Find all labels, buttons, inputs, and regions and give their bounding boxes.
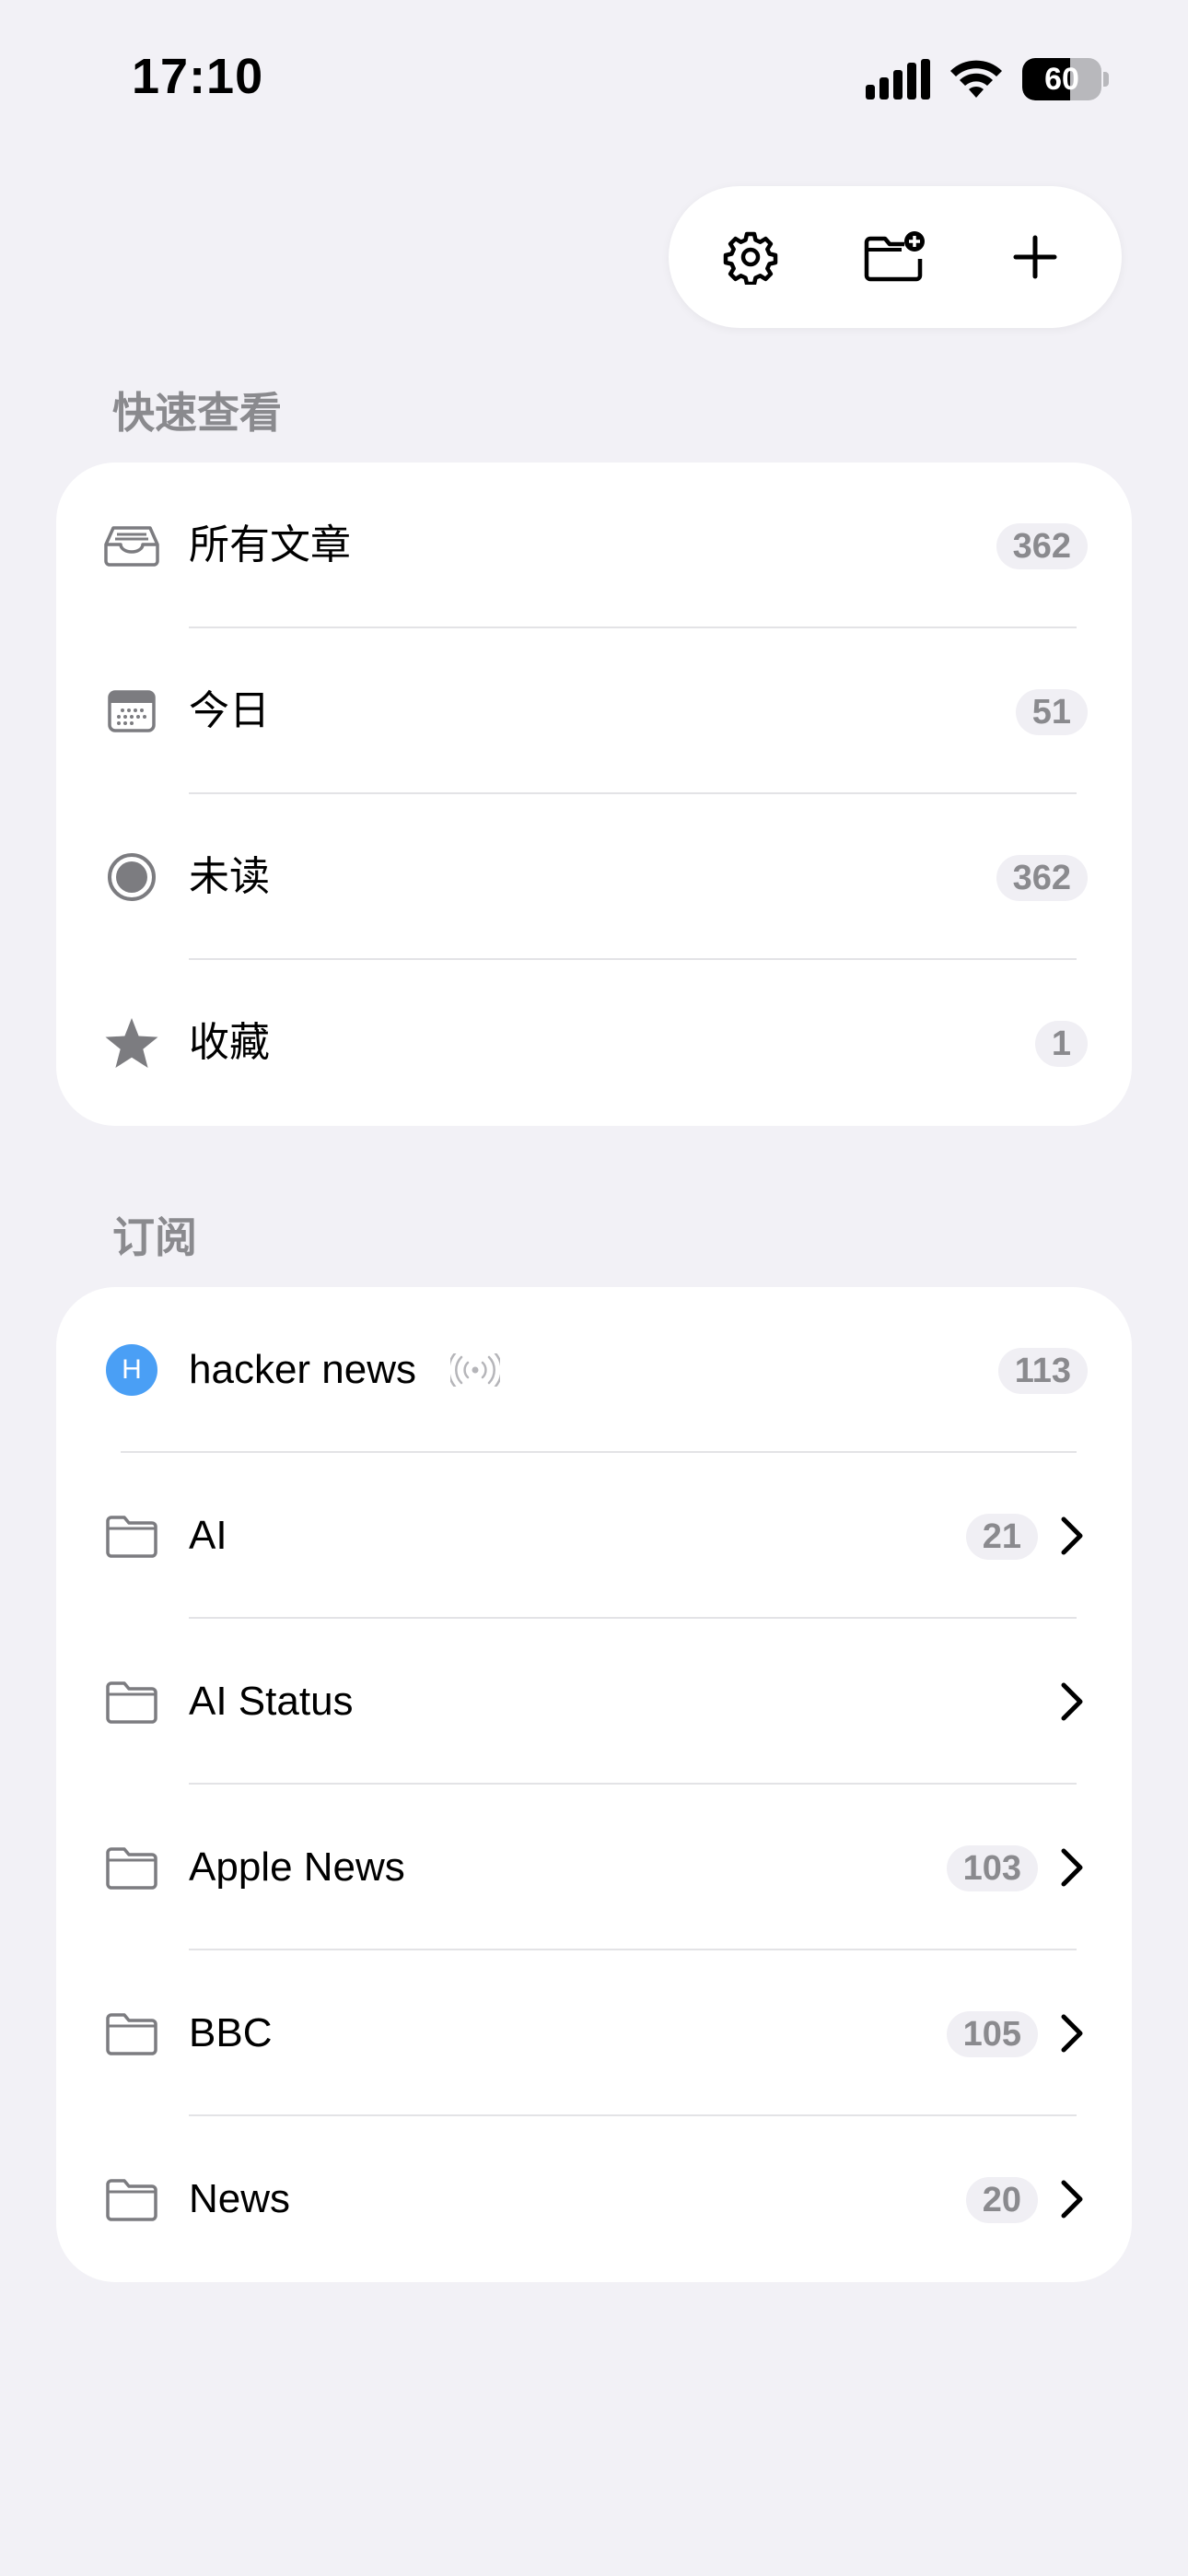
folder-item-bbc[interactable]: BBC 105 [56,1950,1132,2116]
quick-view-label: 所有文章 [189,522,351,568]
quick-view-header: 快速查看 [112,389,282,437]
feed-item-hacker-news[interactable]: H hacker news 113 [56,1287,1132,1453]
unread-count-badge: 362 [996,523,1088,569]
folder-icon [102,1672,161,1731]
subscriptions-card: H hacker news 113 AI 21 AI Status Apple … [56,1287,1132,2282]
folder-label: AI Status [189,1679,354,1724]
unread-count-badge: 51 [1015,689,1088,735]
chevron-right-icon[interactable] [1051,1681,1091,1722]
star-icon [102,1013,161,1072]
folder-label: BBC [189,2010,273,2055]
unread-count-badge: 1 [1034,1021,1088,1067]
quick-view-item-all-articles[interactable]: 所有文章 362 [56,463,1132,628]
cellular-signal-icon [866,59,930,100]
quick-view-item-unread[interactable]: 未读 362 [56,794,1132,960]
quick-view-item-today[interactable]: 今日 51 [56,628,1132,794]
unread-count-badge: 20 [965,2177,1038,2223]
settings-button[interactable] [712,218,789,296]
battery-indicator: 60 [1022,58,1109,100]
folder-icon [102,1838,161,1897]
unread-count-badge: 362 [996,855,1088,901]
quick-view-label: 收藏 [189,1020,270,1065]
unread-count-badge: 113 [997,1348,1088,1394]
quick-view-label: 今日 [189,688,270,733]
folder-label: News [189,2176,291,2221]
folder-item-news[interactable]: News 20 [56,2116,1132,2282]
chevron-right-icon[interactable] [1051,2013,1091,2054]
feed-avatar: H [102,1341,161,1399]
avatar: H [106,1344,157,1396]
broadcast-icon [450,1353,500,1387]
folder-label: Apple News [189,1844,405,1890]
add-feed-button[interactable] [996,218,1074,296]
folder-label: AI [189,1513,227,1558]
tray-icon [102,516,161,575]
top-toolbar [669,186,1122,328]
new-folder-button[interactable] [856,218,934,296]
chevron-right-icon[interactable] [1051,2179,1091,2219]
folder-icon [102,2170,161,2229]
plus-icon [1013,235,1057,279]
status-time: 17:10 [132,49,264,104]
folder-item-ai-status[interactable]: AI Status [56,1619,1132,1785]
wifi-icon [950,60,1002,98]
quick-view-card: 所有文章 362 今日 51 未读 362 收藏 1 [56,463,1132,1126]
folder-item-apple-news[interactable]: Apple News 103 [56,1785,1132,1950]
unread-count-badge: 103 [946,1845,1038,1891]
status-bar: 17:10 60 [0,0,1188,157]
quick-view-label: 未读 [189,854,270,899]
folder-badge-plus-icon [864,231,925,282]
folder-icon [102,1506,161,1565]
unread-circle-icon [102,848,161,907]
feed-label: hacker news [189,1347,417,1392]
gear-icon [723,231,778,285]
folder-item-ai[interactable]: AI 21 [56,1453,1132,1619]
chevron-right-icon[interactable] [1051,1847,1091,1888]
subscriptions-header: 订阅 [112,1213,197,1261]
chevron-right-icon[interactable] [1051,1516,1091,1556]
folder-icon [102,2004,161,2063]
unread-count-badge: 21 [965,1514,1038,1560]
battery-percentage: 60 [1044,62,1079,97]
quick-view-item-starred[interactable]: 收藏 1 [56,960,1132,1126]
calendar-icon [102,682,161,741]
unread-count-badge: 105 [946,2011,1038,2057]
